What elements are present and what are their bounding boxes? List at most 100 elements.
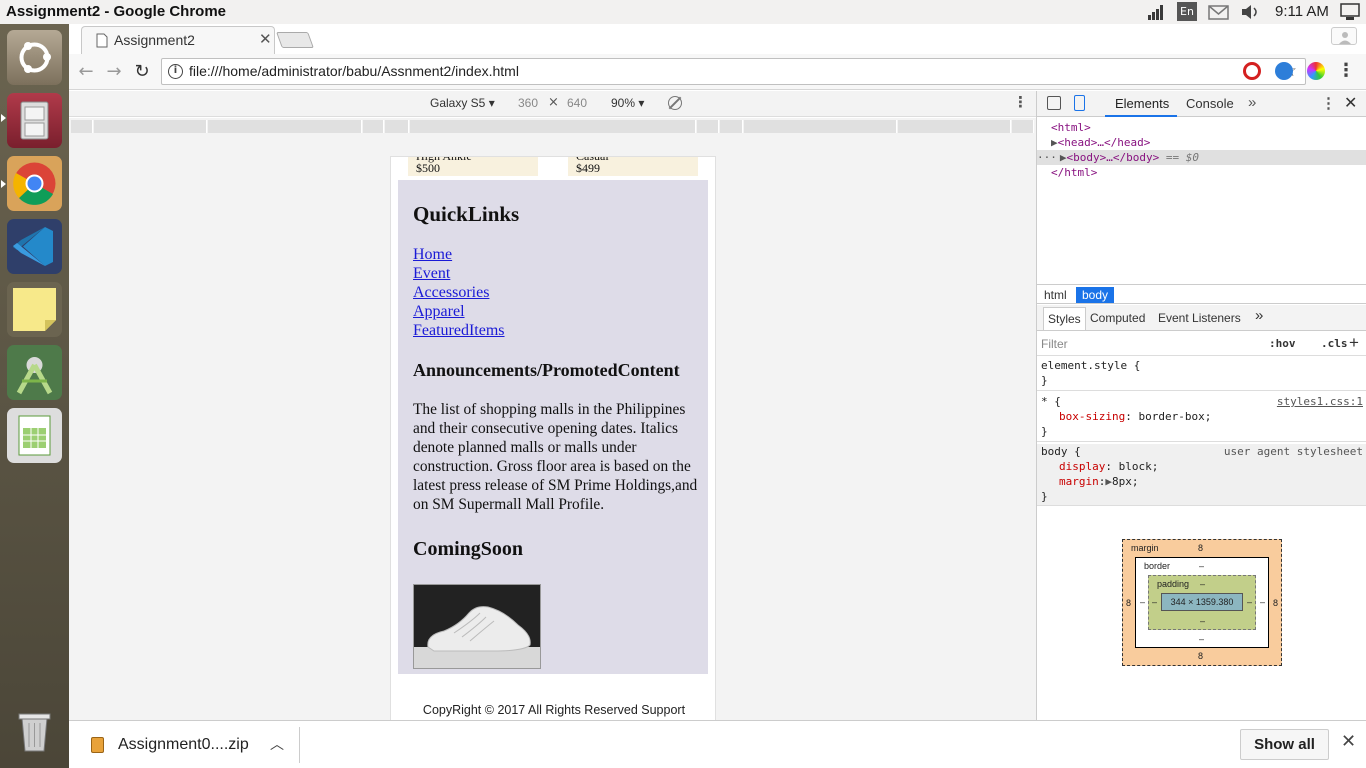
volume-icon[interactable] — [1240, 3, 1262, 21]
link-accessories[interactable]: Accessories — [413, 284, 489, 302]
padding-right-value[interactable]: – — [1247, 597, 1252, 607]
link-home[interactable]: Home — [413, 246, 452, 264]
dimension-separator: × — [548, 95, 559, 110]
border-right-value[interactable]: – — [1260, 597, 1265, 607]
media-segment[interactable] — [363, 120, 384, 133]
add-rule-icon[interactable]: + — [1349, 333, 1359, 353]
media-segment[interactable] — [898, 120, 1011, 133]
link-event[interactable]: Event — [413, 265, 450, 283]
filter-input[interactable]: Filter — [1041, 337, 1068, 351]
color-picker-extension-icon[interactable] — [1307, 62, 1325, 80]
tab-styles[interactable]: Styles — [1043, 307, 1086, 330]
margin-right-value[interactable]: 8 — [1273, 598, 1278, 608]
close-devtools-icon[interactable]: ✕ — [1344, 93, 1357, 113]
new-tab-button[interactable] — [276, 32, 314, 48]
more-options-icon[interactable]: ⋮ — [1013, 93, 1028, 111]
media-segment[interactable] — [1012, 120, 1034, 133]
tab-event-listeners[interactable]: Event Listeners — [1158, 311, 1241, 325]
media-segment[interactable] — [697, 120, 719, 133]
android-studio-icon[interactable] — [7, 345, 62, 400]
clock[interactable]: 9:11 AM — [1275, 3, 1329, 21]
border-left-value[interactable]: – — [1140, 597, 1145, 607]
trash-icon[interactable] — [7, 704, 62, 759]
chevron-up-icon[interactable]: ︿ — [270, 734, 284, 754]
padding-left-value[interactable]: – — [1152, 597, 1157, 607]
power-icon[interactable] — [1340, 3, 1360, 21]
url-text[interactable]: file:///home/administrator/babu/Assnment… — [189, 63, 519, 79]
content-size[interactable]: 344 × 1359.380 — [1161, 593, 1243, 611]
back-icon[interactable]: ← — [75, 61, 97, 83]
device-frame[interactable]: High Ankle $500 Casual $499 QuickLinks H… — [390, 156, 716, 720]
rotate-icon[interactable] — [668, 96, 682, 110]
dom-node-body[interactable]: ··· ▶<body>…</body> == $0 — [1037, 150, 1366, 165]
padding-bottom-value[interactable]: – — [1200, 616, 1205, 626]
address-bar[interactable]: i file:///home/administrator/babu/Assnme… — [161, 58, 1306, 85]
device-name: Galaxy S5 — [430, 96, 486, 110]
hov-toggle[interactable]: :hov — [1269, 337, 1296, 350]
margin-bottom-value[interactable]: 8 — [1198, 651, 1203, 661]
tab-console[interactable]: Console — [1186, 96, 1234, 111]
close-icon[interactable]: ✕ — [259, 30, 272, 48]
network-icon[interactable] — [1146, 3, 1166, 21]
device-height[interactable]: 640 — [567, 96, 587, 110]
forward-icon[interactable]: → — [103, 61, 125, 83]
dom-node-html-close[interactable]: </html> — [1037, 165, 1366, 180]
expand-triangle-icon[interactable]: ▶ — [1105, 475, 1112, 488]
info-icon[interactable]: i — [168, 64, 183, 79]
files-icon[interactable] — [7, 93, 62, 148]
margin-top-value[interactable]: 8 — [1198, 543, 1203, 553]
device-width[interactable]: 360 — [518, 96, 538, 110]
rule-selector[interactable]: element.style { — [1041, 359, 1140, 372]
vscode-icon[interactable] — [7, 219, 62, 274]
crumb-html[interactable]: html — [1038, 287, 1073, 303]
media-segment[interactable] — [744, 120, 897, 133]
dom-node-html[interactable]: <html> — [1037, 120, 1366, 135]
show-all-button[interactable]: Show all — [1240, 729, 1329, 760]
border-bottom-value[interactable]: – — [1199, 634, 1204, 644]
css-value[interactable]: border-box; — [1138, 410, 1211, 423]
zoom-select[interactable]: 90% ▾ — [611, 96, 644, 110]
search-extension-icon[interactable] — [1275, 62, 1293, 80]
opera-extension-icon[interactable] — [1243, 62, 1261, 80]
padding-top-value[interactable]: – — [1200, 579, 1205, 589]
css-property[interactable]: box-sizing — [1059, 410, 1125, 423]
close-icon[interactable]: ✕ — [1341, 731, 1356, 752]
profile-button[interactable] — [1331, 27, 1357, 45]
chrome-menu-icon[interactable]: ⋮ — [1337, 60, 1355, 81]
tab-elements[interactable]: Elements — [1115, 96, 1169, 111]
link-apparel[interactable]: Apparel — [413, 303, 465, 321]
devtools-menu-icon[interactable]: ⋮ — [1321, 94, 1336, 112]
device-select[interactable]: Galaxy S5 ▾ — [430, 96, 495, 110]
more-tabs-icon[interactable]: » — [1248, 94, 1256, 111]
sticky-notes-icon[interactable] — [7, 282, 62, 337]
more-tabs-icon[interactable]: » — [1255, 307, 1263, 324]
keyboard-language-indicator[interactable]: En — [1177, 2, 1197, 21]
media-segment[interactable] — [208, 120, 362, 133]
download-filename[interactable]: Assignment0....zip — [118, 736, 249, 754]
media-segment[interactable] — [720, 120, 743, 133]
margin-left-value[interactable]: 8 — [1126, 598, 1131, 608]
calc-icon[interactable] — [7, 408, 62, 463]
quicklinks-heading: QuickLinks — [413, 202, 520, 226]
downloads-bar: Assignment0....zip ︿ Show all ✕ — [69, 720, 1366, 768]
reload-icon[interactable]: ↻ — [131, 61, 153, 83]
dom-node-head[interactable]: ▶<head>…</head> — [1037, 135, 1366, 150]
window-title: Assignment2 - Google Chrome — [6, 3, 227, 20]
cls-toggle[interactable]: .cls — [1321, 337, 1348, 350]
chrome-icon[interactable] — [7, 156, 62, 211]
link-featureditems[interactable]: FeaturedItems — [413, 322, 505, 340]
ubuntu-logo-icon[interactable] — [7, 30, 62, 85]
crumb-body[interactable]: body — [1076, 287, 1115, 303]
rule-selector[interactable]: * { — [1041, 395, 1061, 408]
border-top-value[interactable]: – — [1199, 561, 1204, 571]
device-toggle-icon[interactable] — [1074, 95, 1085, 111]
tab-assignment2[interactable]: Assignment2 ✕ — [81, 26, 275, 54]
mail-icon[interactable] — [1208, 3, 1230, 21]
media-segment[interactable] — [410, 120, 696, 133]
rule-source-link[interactable]: styles1.css:1 — [1277, 394, 1363, 409]
tab-computed[interactable]: Computed — [1090, 311, 1145, 325]
inspect-element-icon[interactable] — [1047, 96, 1061, 110]
media-segment[interactable] — [385, 120, 409, 133]
media-segment[interactable] — [71, 120, 93, 133]
media-segment[interactable] — [94, 120, 207, 133]
